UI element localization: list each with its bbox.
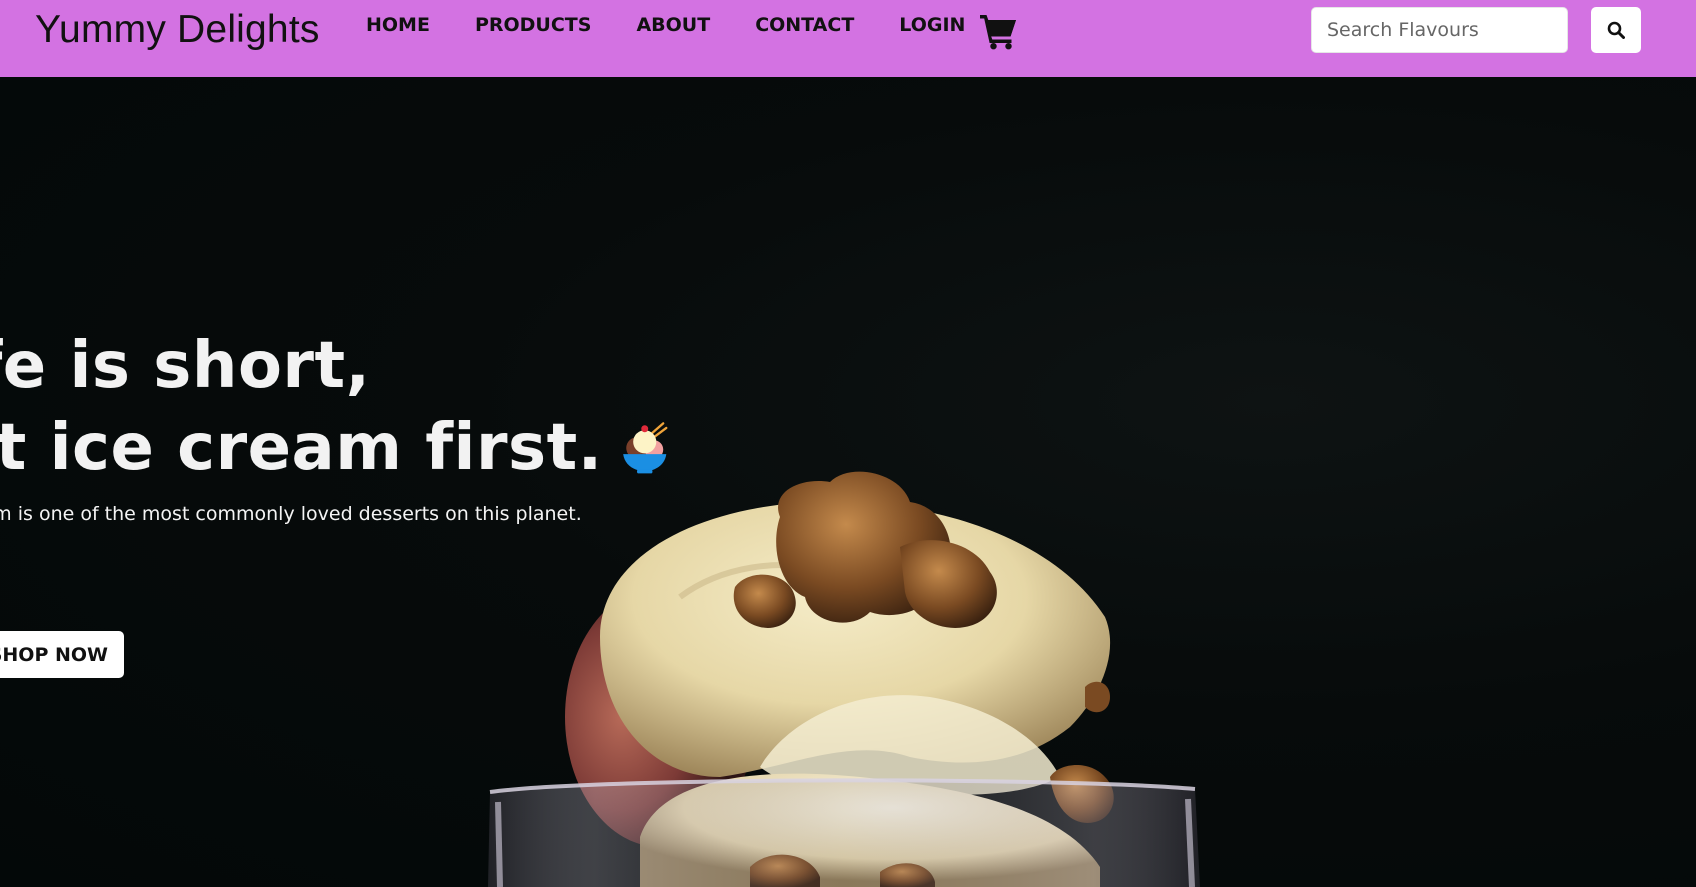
- page: Yummy Delights HOME PRODUCTS ABOUT CONTA…: [0, 0, 1696, 887]
- hero-section: ife is short, at ice cream first. cream …: [0, 77, 1696, 887]
- nav-links: HOME PRODUCTS ABOUT CONTACT LOGIN: [366, 14, 1010, 36]
- search-input[interactable]: [1311, 7, 1568, 53]
- hero-headline-line2-text: at ice cream first.: [0, 411, 603, 485]
- search-icon: [1607, 21, 1625, 39]
- sundae-icon: [622, 422, 667, 474]
- search-button[interactable]: [1591, 7, 1641, 53]
- hero-text: ife is short, at ice cream first. cream …: [0, 325, 672, 525]
- nav-link-products[interactable]: PRODUCTS: [475, 14, 592, 36]
- nav-link-home[interactable]: HOME: [366, 14, 430, 36]
- brand-logo[interactable]: Yummy Delights: [35, 8, 320, 52]
- navbar: Yummy Delights HOME PRODUCTS ABOUT CONTA…: [0, 0, 1696, 77]
- shop-now-button[interactable]: SHOP NOW: [0, 631, 124, 678]
- nav-link-about[interactable]: ABOUT: [636, 14, 710, 36]
- shopping-cart-icon[interactable]: [978, 12, 1018, 50]
- hero-subtext: cream is one of the most commonly loved …: [0, 503, 582, 525]
- hero-headline-line2: at ice cream first.: [0, 407, 672, 489]
- hero-headline-line1: ife is short,: [0, 329, 371, 403]
- nav-link-contact[interactable]: CONTACT: [755, 14, 854, 36]
- nav-link-login[interactable]: LOGIN: [899, 14, 965, 36]
